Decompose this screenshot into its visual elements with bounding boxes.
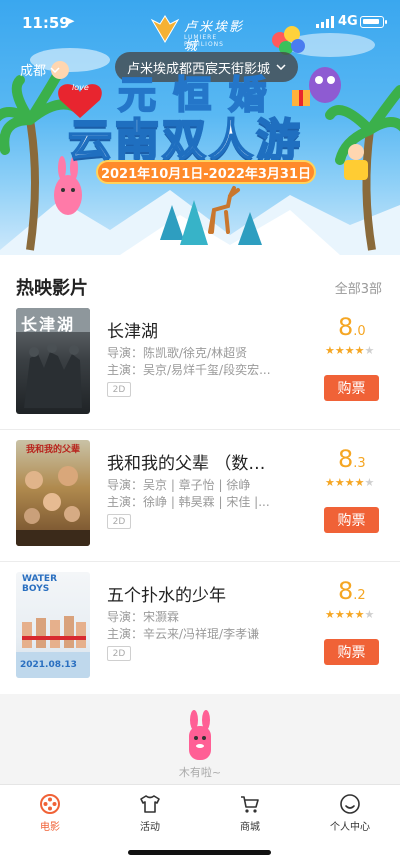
star-icon: ★	[325, 476, 335, 489]
tab-label: 个人中心	[330, 822, 370, 833]
brand-subtitle: LUMIERE PAVILIONS	[184, 34, 224, 48]
battery-icon	[360, 16, 387, 28]
star-icon: ★	[334, 608, 345, 621]
cart-icon	[241, 796, 259, 813]
star-icon: ★	[325, 608, 335, 621]
signal-icon	[316, 16, 334, 28]
smiley-user-icon	[340, 794, 360, 814]
rating-stars: ★★★★★	[325, 608, 374, 621]
empty-message: 木有啦~	[178, 766, 222, 779]
chevron-down-icon	[276, 64, 286, 70]
buy-ticket-button[interactable]: 购票	[324, 375, 379, 401]
score-integer: 8	[338, 313, 354, 341]
end-of-list: 木有啦~	[0, 694, 400, 784]
section-title: 热映影片	[16, 278, 88, 299]
location-arrow-icon: ➤	[65, 14, 76, 28]
chevron-down-icon	[50, 66, 60, 73]
movie-card[interactable]: 长津湖 长津湖 导演：陈凯歌/徐克/林超贤 主演：吴京/易烊千玺/段奕宏... …	[0, 308, 400, 430]
star-icon: ★	[344, 608, 355, 621]
star-icon: ★	[364, 608, 375, 621]
poster-title: 我和我的父辈	[26, 445, 81, 455]
city-label: 成都	[20, 64, 47, 79]
movie-director: 导演：陈凯歌/徐克/林超贤	[107, 346, 248, 360]
score-decimal: .3	[353, 456, 366, 471]
star-icon: ★	[344, 476, 355, 489]
poster-art	[16, 466, 90, 546]
tab-label: 电影	[40, 822, 60, 833]
tshirt-icon	[140, 795, 160, 813]
brand-logo: 卢米埃影城 LUMIERE PAVILIONS	[148, 14, 258, 54]
tab-label: 商城	[240, 822, 260, 833]
movie-score: 8.0	[338, 313, 366, 341]
movie-cast: 主演：辛云来/冯祥琨/李孝谦	[107, 627, 260, 641]
promo-banner[interactable]: 11:59 ➤ 4G 卢米埃影城 LUMIERE PAVILIONS 成都 卢米…	[0, 0, 400, 255]
movie-poster[interactable]: WATER BOYS 2021.08.13	[16, 572, 90, 678]
poster-date: 2021.08.13	[20, 660, 77, 670]
movie-poster[interactable]: 我和我的父辈	[16, 440, 90, 546]
score-decimal: .0	[353, 324, 366, 339]
buy-ticket-button[interactable]: 购票	[324, 639, 379, 665]
movie-title[interactable]: 我和我的父辈 （数…	[107, 449, 297, 474]
divider	[0, 429, 400, 430]
love-badge: love	[72, 83, 89, 92]
star-icon: ★	[354, 608, 365, 621]
rating-stars: ★★★★★	[325, 476, 374, 489]
banner-date-range: 2021年10月1日-2022年3月31日	[96, 160, 316, 184]
score-integer: 8	[338, 577, 354, 605]
movie-score: 8.2	[338, 577, 366, 605]
format-badge: 2D	[107, 514, 131, 529]
movie-score: 8.3	[338, 445, 366, 473]
tab-mall[interactable]: 商城	[210, 793, 290, 837]
star-icon: ★	[354, 476, 365, 489]
format-badge: 2D	[107, 646, 131, 661]
city-selector[interactable]: 成都	[20, 60, 60, 79]
movie-cast: 主演：徐峥 | 韩昊霖 | 宋佳 |...	[107, 495, 270, 509]
star-icon: ★	[334, 344, 345, 357]
star-icon: ★	[364, 344, 375, 357]
now-showing-header: 热映影片 全部3部	[0, 268, 400, 304]
star-icon: ★	[325, 344, 335, 357]
movie-title[interactable]: 五个扑水的少年	[107, 581, 297, 606]
buy-ticket-button[interactable]: 购票	[324, 507, 379, 533]
home-indicator[interactable]	[128, 850, 271, 855]
movie-title[interactable]: 长津湖	[107, 317, 297, 342]
banner-title-line2: 云南双人游	[67, 114, 303, 167]
star-icon: ★	[354, 344, 365, 357]
star-icon: ★	[334, 476, 345, 489]
view-all-link[interactable]: 全部3部	[335, 278, 382, 297]
status-time: 11:59	[22, 14, 70, 32]
score-decimal: .2	[353, 588, 366, 603]
movie-cast: 主演：吴京/易烊千玺/段奕宏...	[107, 363, 271, 377]
tab-activities[interactable]: 活动	[110, 793, 190, 837]
divider	[0, 561, 400, 562]
film-reel-icon	[40, 794, 60, 814]
star-icon: ★	[344, 344, 355, 357]
score-integer: 8	[338, 445, 354, 473]
movie-card[interactable]: 我和我的父辈 我和我的父辈 （数… 导演：吴京 | 章子怡 | 徐峥 主演：徐峥…	[0, 440, 400, 562]
movie-director: 导演：宋灏霖	[107, 610, 180, 624]
rating-stars: ★★★★★	[325, 344, 374, 357]
tab-label: 活动	[140, 822, 160, 833]
movie-director: 导演：吴京 | 章子怡 | 徐峥	[107, 478, 251, 492]
tab-movies[interactable]: 电影	[10, 793, 90, 837]
movie-card[interactable]: WATER BOYS 2021.08.13 五个扑水的少年 导演：宋灏霖 主演：…	[0, 572, 400, 694]
format-badge: 2D	[107, 382, 131, 397]
tab-profile[interactable]: 个人中心	[310, 793, 390, 837]
poster-title: WATER BOYS	[22, 574, 58, 594]
logo-icon	[150, 15, 180, 43]
bunny-mascot-icon	[189, 710, 211, 760]
star-icon: ★	[364, 476, 375, 489]
poster-title: 长津湖	[21, 315, 76, 334]
movie-poster[interactable]: 长津湖	[16, 308, 90, 414]
network-type: 4G	[338, 14, 358, 29]
